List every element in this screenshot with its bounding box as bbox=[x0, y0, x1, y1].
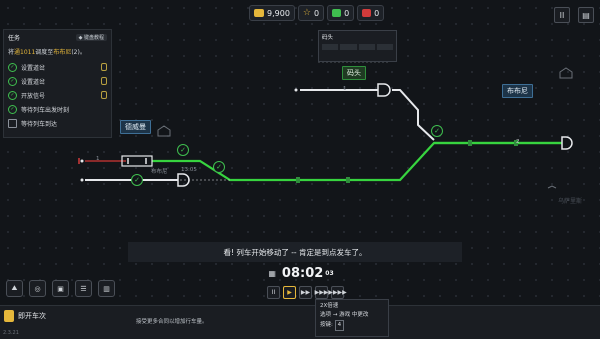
speed-3x-button[interactable]: ▶▶▶ bbox=[315, 286, 328, 299]
upper-track bbox=[300, 61, 435, 141]
alert-icon bbox=[362, 9, 372, 17]
check-icon: ✓ bbox=[8, 90, 17, 100]
speed-1x-button[interactable]: ▶ bbox=[283, 286, 296, 299]
station-label-bubuni[interactable]: 布布尼 bbox=[502, 84, 533, 98]
money-value: 9,900 bbox=[267, 8, 290, 18]
hotkey-badge: 4 bbox=[334, 320, 345, 331]
switch-done-check-icon[interactable]: ✓ bbox=[177, 144, 189, 156]
clock-time: 08:02 bbox=[281, 265, 324, 281]
tooltip-title: 2X倍速 bbox=[320, 303, 339, 309]
tutorial-dialog[interactable]: 看! 列车开始移动了 -- 肯定是到点发车了。 bbox=[128, 242, 462, 262]
signal-done-check-icon[interactable]: ✓ bbox=[131, 174, 143, 186]
train-time-label: 13:05 bbox=[181, 167, 197, 173]
task-item: ✓ 设置道岔 bbox=[4, 60, 111, 74]
book-icon[interactable]: ▤ bbox=[578, 7, 594, 23]
mouse-icon bbox=[101, 77, 107, 85]
task-item: ✓ 开放信号 bbox=[4, 88, 111, 102]
speed-tooltip: 2X倍速 选项 → 游戏 中更改 按键: 4 bbox=[315, 299, 389, 337]
alerts-value: 0 bbox=[374, 8, 380, 18]
trains-value: 0 bbox=[344, 8, 350, 18]
station-label-matou[interactable]: 码头 bbox=[342, 66, 366, 80]
station-label-dim: 乌萨里斯 bbox=[558, 198, 583, 205]
mouse-icon bbox=[101, 63, 107, 71]
task-panel: 任务 ◆ 键盘教程 将通1011调度至布布尼(2)。 ✓ 设置道岔 ✓ 设置道岔 ✓… bbox=[3, 29, 112, 138]
track-number-1-top: 1 bbox=[343, 86, 347, 92]
departing-trains[interactable]: 即开车次 bbox=[4, 310, 46, 322]
station-label-deweiman[interactable]: 德威曼 bbox=[120, 120, 151, 134]
station-popup[interactable]: 码头 bbox=[318, 30, 397, 62]
active-route bbox=[152, 141, 562, 182]
popup-slots bbox=[319, 43, 396, 51]
stars-value: 0 bbox=[313, 8, 320, 18]
switch-done-check-icon[interactable]: ✓ bbox=[213, 161, 225, 173]
switch-done-check-icon[interactable]: ✓ bbox=[431, 125, 443, 137]
calendar-icon: ▦ bbox=[268, 268, 276, 278]
lock-icon bbox=[8, 118, 17, 128]
track-number-2-right: 2 bbox=[516, 139, 520, 145]
stars-display: ☆ 0 bbox=[297, 5, 325, 21]
track-number-1-left: 1 bbox=[96, 156, 100, 162]
task-item: ✓ 等待列车出发时刻 bbox=[4, 102, 111, 116]
popup-title: 码头 bbox=[322, 35, 334, 41]
clock-seconds: 03 bbox=[325, 269, 334, 277]
train-list-icon[interactable]: ▣ bbox=[52, 280, 69, 297]
bottom-bar bbox=[0, 305, 600, 339]
task-item: 等待列车到达 bbox=[4, 116, 111, 130]
keyboard-tutorial-button[interactable]: ◆ 键盘教程 bbox=[75, 34, 107, 41]
tool-buttons: ⛰ ◎ ▣ ☰ ▥ bbox=[6, 280, 115, 297]
task-item: ✓ 设置道岔 bbox=[4, 74, 111, 88]
speed-4x-button[interactable]: ▶▶▶▶ bbox=[328, 286, 347, 299]
pause-button[interactable]: II bbox=[267, 286, 280, 299]
speed-controls: II ▶ ▶▶ ▶▶▶ ▶▶▶▶ bbox=[267, 286, 347, 299]
check-icon: ✓ bbox=[8, 62, 17, 72]
speed-2x-button[interactable]: ▶▶ bbox=[299, 286, 312, 299]
trains-display: 0 bbox=[327, 5, 355, 21]
check-icon: ✓ bbox=[8, 76, 17, 86]
ticket-icon bbox=[4, 310, 14, 322]
tooltip-option-hint: 选项 → 游戏 中更改 bbox=[320, 312, 369, 318]
game-clock: ▦ 08:02 03 bbox=[254, 262, 348, 284]
coin-icon bbox=[254, 9, 264, 17]
version-label: 2.3.21 bbox=[3, 330, 19, 336]
departing-label: 即开车次 bbox=[18, 312, 46, 320]
task-header: 任务 ◆ 键盘教程 bbox=[4, 30, 111, 45]
train-icon bbox=[332, 9, 342, 17]
timetable-icon[interactable]: ◎ bbox=[29, 280, 46, 297]
settings-sliders-icon[interactable]: ☰ bbox=[75, 280, 92, 297]
pause-menu-button[interactable]: II bbox=[554, 7, 570, 23]
tooltip-key-row: 按键: 4 bbox=[320, 320, 384, 331]
alerts-display: 0 bbox=[357, 5, 385, 21]
stats-icon[interactable]: ▥ bbox=[98, 280, 115, 297]
task-intro: 将通1011调度至布布尼(2)。 bbox=[8, 49, 86, 56]
train-destination-label: 布布尼 bbox=[151, 169, 168, 175]
money-display: 9,900 bbox=[249, 5, 295, 21]
resource-bar: 9,900 ☆ 0 0 0 bbox=[249, 5, 385, 21]
mouse-icon bbox=[101, 91, 107, 99]
task-title: 任务 bbox=[8, 35, 21, 42]
check-icon: ✓ bbox=[8, 104, 17, 114]
star-icon: ☆ bbox=[302, 8, 311, 18]
map-icon[interactable]: ⛰ bbox=[6, 280, 23, 297]
contract-hint: 接受更多合同以增加行车量。 bbox=[136, 319, 208, 325]
